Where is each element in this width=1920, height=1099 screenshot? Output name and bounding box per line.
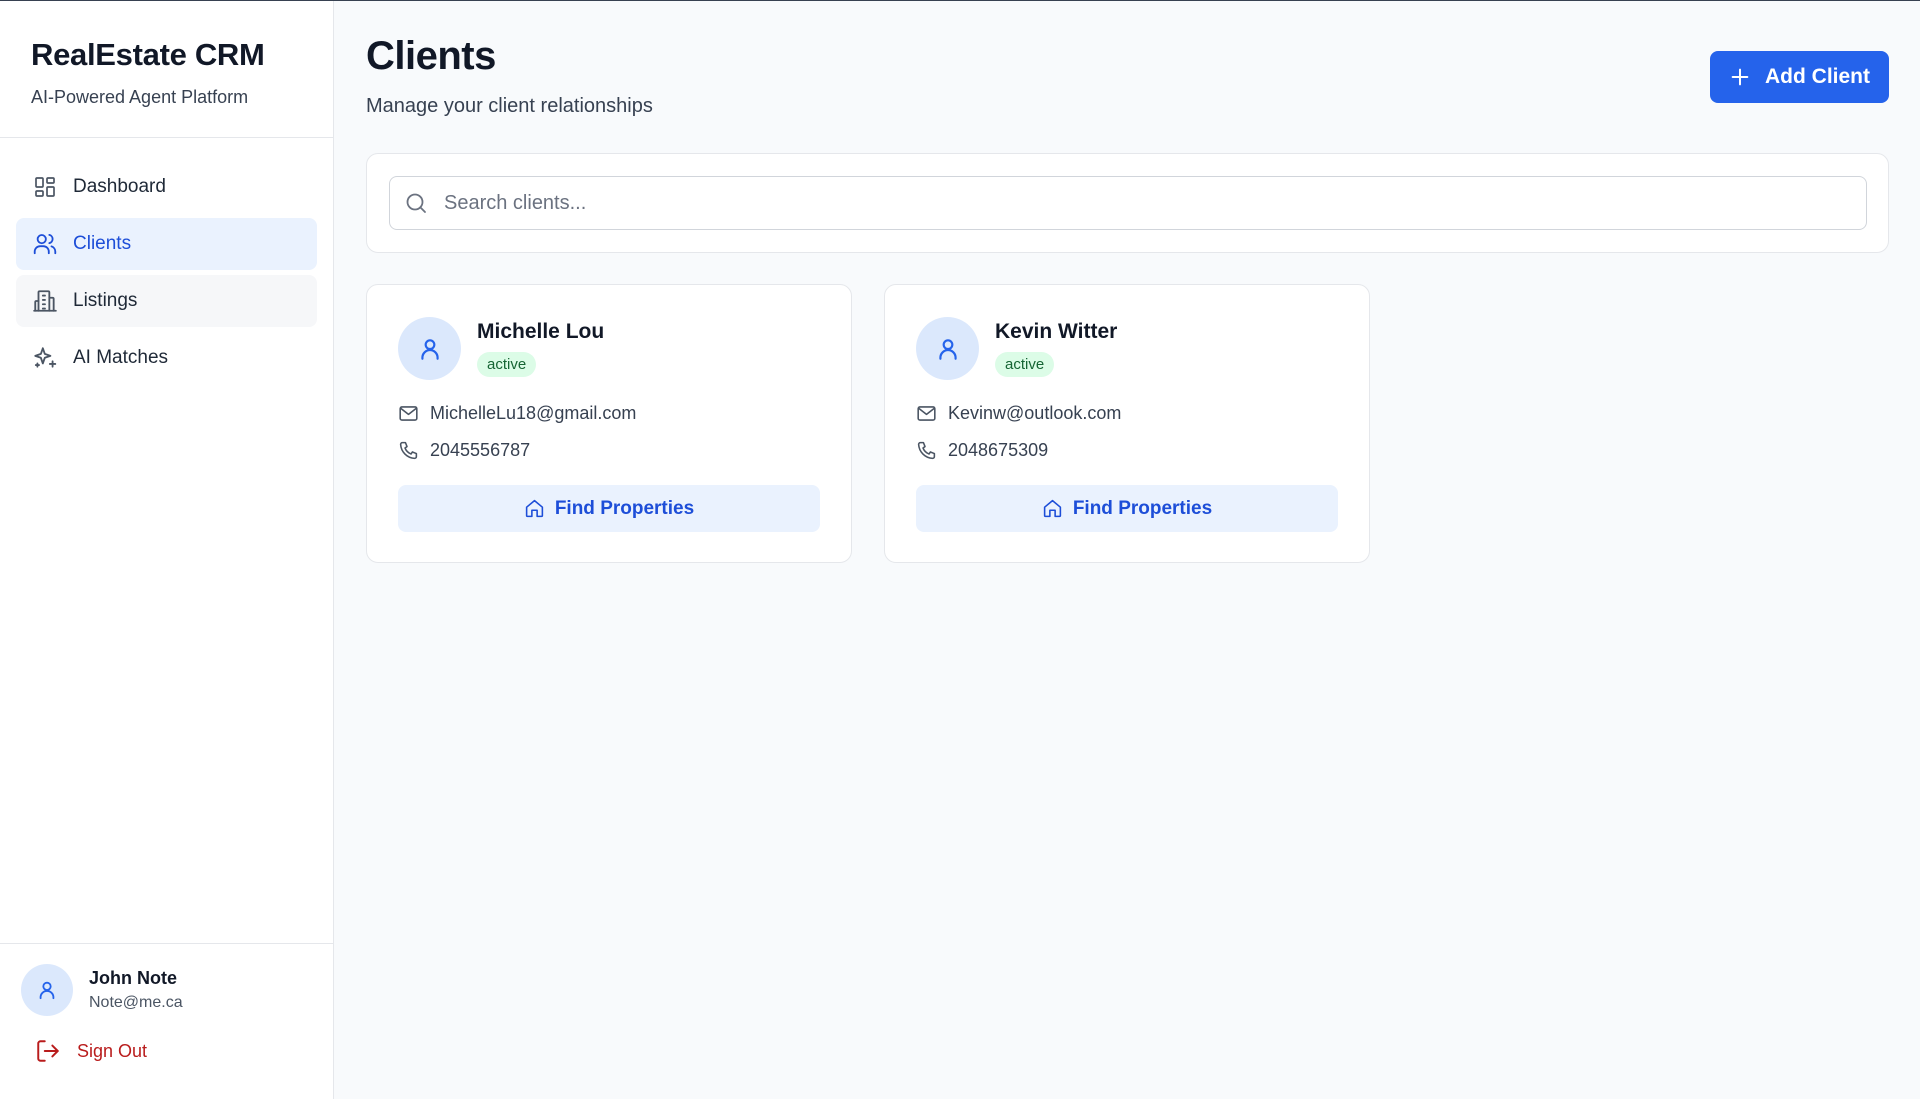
- plus-icon: [1729, 66, 1751, 88]
- add-client-button[interactable]: Add Client: [1710, 51, 1889, 103]
- sidebar-item-label: Listings: [73, 290, 138, 311]
- building-icon: [31, 287, 59, 315]
- client-card-header: Michelle Lou active: [398, 317, 604, 380]
- find-properties-button[interactable]: Find Properties: [398, 485, 820, 532]
- users-icon: [31, 230, 59, 258]
- page-title: Clients: [366, 34, 496, 78]
- sparkles-icon: [31, 344, 59, 372]
- app-title: RealEstate CRM: [31, 37, 265, 72]
- client-card: Kevin Witter active Kevinw@outlook.com 2…: [884, 284, 1370, 563]
- sidebar-item-dashboard[interactable]: Dashboard: [16, 161, 317, 213]
- avatar: [21, 964, 73, 1016]
- search-panel: [366, 153, 1889, 253]
- page-header: Clients Manage your client relationships…: [366, 1, 1889, 153]
- home-icon: [1042, 498, 1063, 519]
- client-phone-row: 2045556787: [398, 439, 530, 461]
- search-input[interactable]: [444, 177, 1866, 229]
- client-phone-row: 2048675309: [916, 439, 1048, 461]
- client-card-header: Kevin Witter active: [916, 317, 1117, 380]
- find-properties-label: Find Properties: [1072, 497, 1213, 519]
- client-email-row: MichelleLu18@gmail.com: [398, 402, 636, 424]
- client-name-block: Michelle Lou active: [477, 320, 604, 377]
- find-properties-button[interactable]: Find Properties: [916, 485, 1338, 532]
- client-email: Kevinw@outlook.com: [948, 402, 1122, 423]
- sidebar-item-ai-matches[interactable]: AI Matches: [16, 332, 317, 384]
- app-subtitle: AI-Powered Agent Platform: [31, 87, 249, 107]
- logout-icon: [35, 1038, 61, 1064]
- sidebar-item-listings[interactable]: Listings: [16, 275, 317, 327]
- mail-icon: [398, 402, 420, 424]
- sign-out-label: Sign Out: [77, 1040, 148, 1061]
- mail-icon: [916, 402, 938, 424]
- home-icon: [524, 498, 545, 519]
- add-client-label: Add Client: [1765, 65, 1870, 88]
- phone-icon: [398, 439, 420, 461]
- user-icon: [39, 981, 55, 1000]
- client-list: Michelle Lou active MichelleLu18@gmail.c…: [366, 284, 1402, 563]
- sidebar-item-label: AI Matches: [73, 347, 169, 368]
- find-properties-label: Find Properties: [554, 497, 695, 519]
- dashboard-icon: [31, 173, 59, 201]
- user-icon: [420, 338, 439, 360]
- client-name: Kevin Witter: [995, 320, 1118, 343]
- client-card: Michelle Lou active MichelleLu18@gmail.c…: [366, 284, 852, 563]
- search-field: [389, 176, 1867, 230]
- brand: RealEstate CRM AI-Powered Agent Platform: [0, 1, 333, 138]
- client-phone: 2045556787: [430, 439, 531, 460]
- user-name: John Note: [89, 968, 177, 988]
- avatar: [398, 317, 461, 380]
- sidebar-nav: Dashboard Clients Listings AI Matches: [0, 138, 333, 384]
- user-email: Note@me.ca: [89, 994, 183, 1011]
- status-badge: active: [995, 352, 1055, 377]
- client-email: MichelleLu18@gmail.com: [430, 402, 637, 423]
- client-email-row: Kevinw@outlook.com: [916, 402, 1121, 424]
- user-panel: John Note Note@me.ca Sign Out: [0, 943, 333, 1099]
- avatar: [916, 317, 979, 380]
- user-text: John Note Note@me.ca: [89, 968, 183, 1012]
- sign-out-button[interactable]: Sign Out: [35, 1038, 333, 1064]
- user-info: John Note Note@me.ca: [21, 964, 333, 1016]
- status-badge: active: [477, 352, 537, 377]
- main-content: Clients Manage your client relationships…: [366, 1, 1889, 563]
- page-subtitle: Manage your client relationships: [366, 95, 653, 117]
- user-icon: [938, 338, 957, 360]
- sidebar-item-clients[interactable]: Clients: [16, 218, 317, 270]
- client-phone: 2048675309: [948, 439, 1049, 460]
- client-name: Michelle Lou: [477, 320, 605, 343]
- phone-icon: [916, 439, 938, 461]
- sidebar-item-label: Dashboard: [73, 176, 166, 197]
- sidebar-item-label: Clients: [73, 233, 132, 254]
- client-name-block: Kevin Witter active: [995, 320, 1117, 377]
- search-icon: [404, 189, 432, 217]
- sidebar: RealEstate CRM AI-Powered Agent Platform…: [0, 1, 334, 1099]
